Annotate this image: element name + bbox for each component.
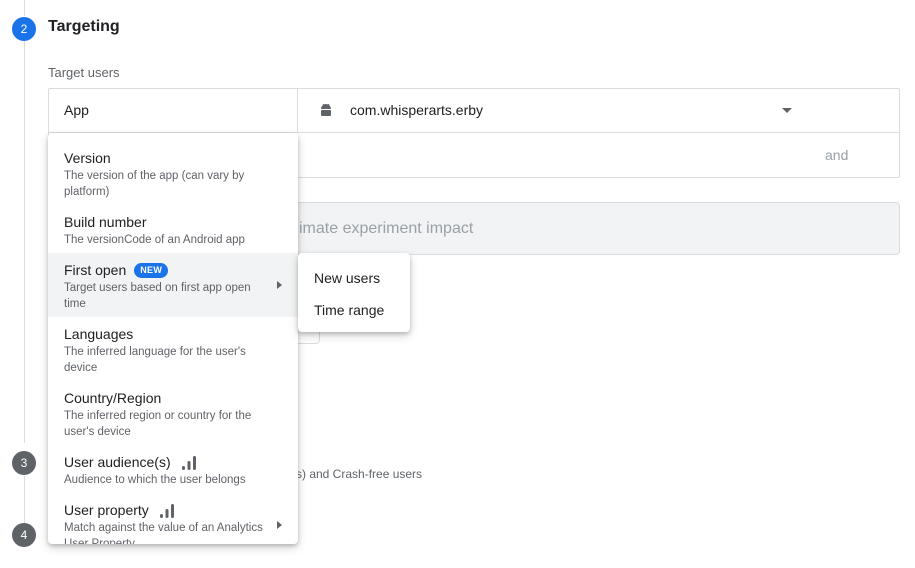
menu-item-user-audiences[interactable]: User audience(s) Audience to which the u… (48, 454, 298, 488)
analytics-icon (181, 455, 196, 470)
target-users-label: Target users (48, 65, 120, 80)
menu-item-title: User audience(s) (64, 454, 171, 470)
menu-item-title: Build number (64, 214, 147, 230)
and-button[interactable]: and (825, 147, 848, 163)
menu-item-title-row: First open NEW (64, 262, 270, 279)
chevron-right-icon (277, 281, 282, 289)
menu-item-title: User property (64, 502, 149, 518)
menu-item-desc: Audience to which the user belongs (64, 474, 246, 486)
submenu-item-new-users[interactable]: New users (314, 270, 380, 286)
chevron-down-icon[interactable] (782, 108, 792, 113)
menu-item-desc: Target users based on first app open tim… (64, 282, 251, 310)
menu-item-desc: The inferred region or country for the u… (64, 410, 252, 438)
stepper-line (24, 41, 25, 443)
step-2-indicator: 2 (12, 17, 36, 41)
menu-item-country-region[interactable]: Country/Region The inferred region or co… (48, 390, 298, 440)
menu-item-languages[interactable]: Languages The inferred language for the … (48, 326, 298, 376)
menu-item-desc: The inferred language for the user's dev… (64, 346, 246, 374)
target-row-app: App com.whisperarts.erby (49, 89, 899, 133)
menu-item-first-open[interactable]: First open NEW Target users based on fir… (48, 253, 298, 317)
android-icon (321, 103, 331, 116)
menu-item-title: Country/Region (64, 390, 162, 406)
step-title: Targeting (48, 18, 120, 35)
stepper-line (24, 476, 25, 523)
menu-item-title-row: User property (64, 502, 270, 519)
estimate-impact-label: imate experiment impact (299, 220, 474, 237)
app-select-value[interactable]: com.whisperarts.erby (350, 89, 483, 132)
menu-item-version[interactable]: Version The version of the app (can vary… (48, 150, 298, 200)
analytics-icon (159, 503, 174, 518)
submenu-item-time-range[interactable]: Time range (314, 302, 384, 318)
menu-item-desc: The version of the app (can vary by plat… (64, 170, 245, 198)
new-badge: NEW (134, 263, 169, 278)
step-4-indicator: 4 (12, 523, 36, 547)
menu-item-build-number[interactable]: Build number The versionCode of an Andro… (48, 214, 298, 248)
step-3-indicator: 3 (12, 451, 36, 475)
chevron-right-icon (277, 521, 282, 529)
menu-item-title: Languages (64, 326, 134, 342)
menu-item-title: Version (64, 150, 111, 166)
target-row-label[interactable]: App (49, 89, 298, 132)
menu-item-user-property[interactable]: User property Match against the value of… (48, 502, 298, 544)
menu-item-desc: Match against the value of an Analytics … (64, 522, 263, 544)
menu-item-title: First open (64, 262, 127, 278)
menu-item-desc: The versionCode of an Android app (64, 234, 245, 246)
menu-item-title-row: User audience(s) (64, 454, 270, 471)
first-open-submenu: New users Time range (298, 253, 410, 332)
stepper-line (24, 0, 25, 16)
condition-menu: Version The version of the app (can vary… (48, 133, 298, 544)
metric-hint-text: s) and Crash-free users (296, 467, 423, 481)
